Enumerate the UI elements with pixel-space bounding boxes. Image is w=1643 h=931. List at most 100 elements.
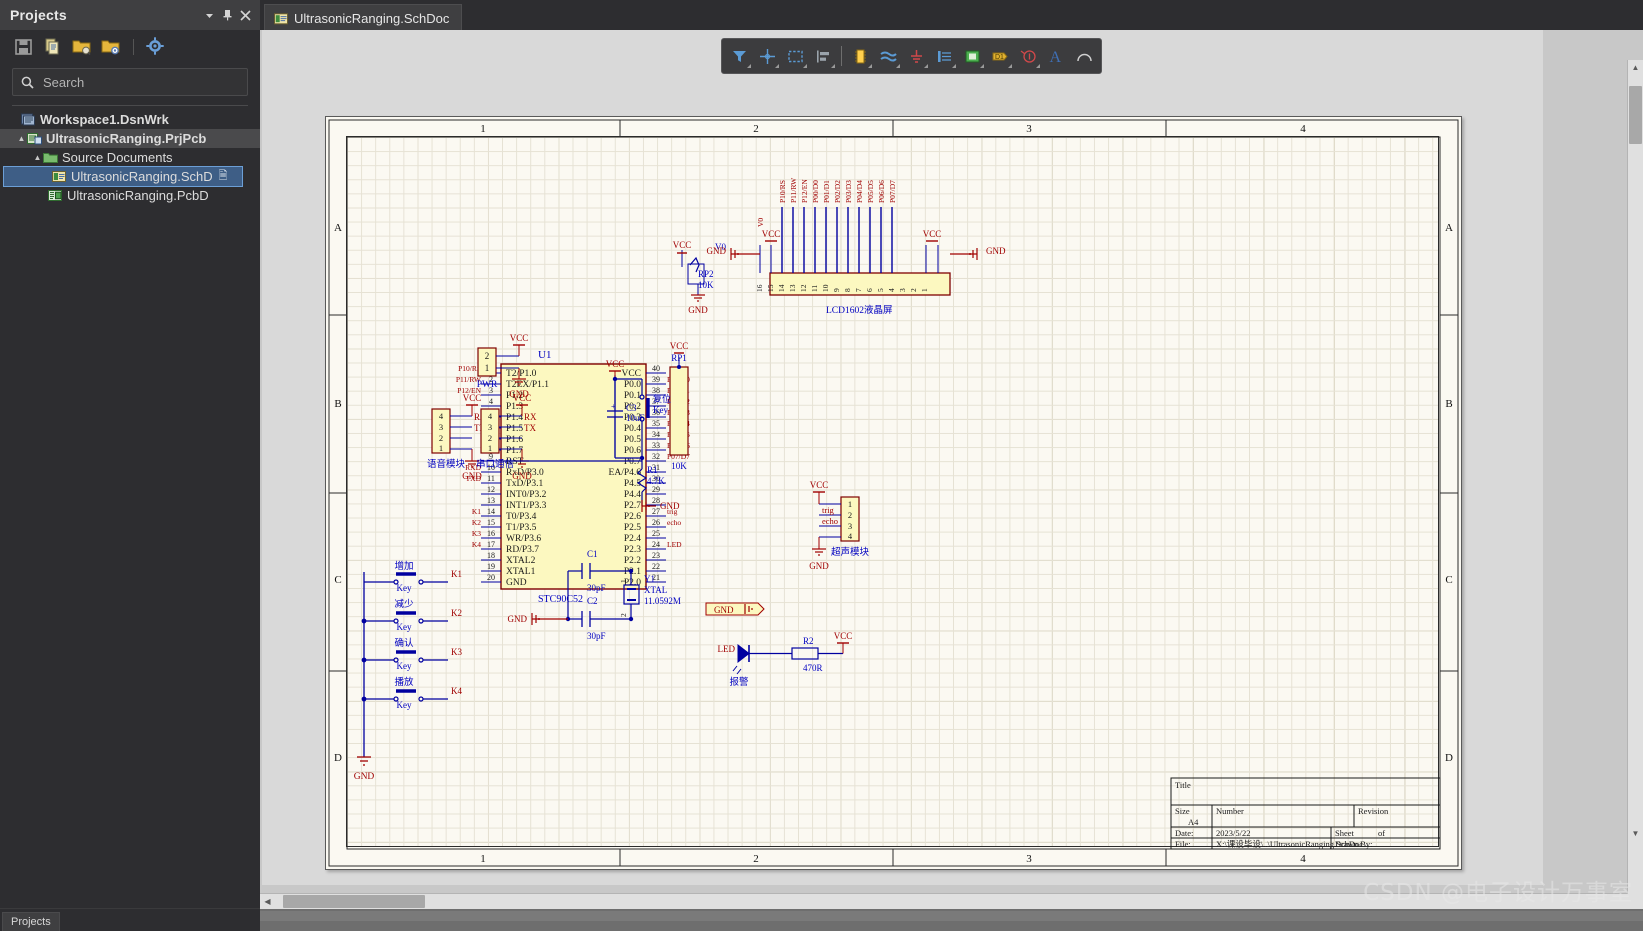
open-folder-icon[interactable] [101, 37, 121, 57]
copy-document-icon[interactable] [43, 37, 63, 57]
save-icon[interactable] [14, 37, 34, 57]
place-text-icon[interactable]: A [1043, 43, 1069, 69]
vertical-scrollbar[interactable]: ▲ ▼ [1627, 60, 1643, 931]
svg-text:P05/D5: P05/D5 [866, 180, 875, 203]
filter-icon[interactable] [726, 43, 752, 69]
place-arc-icon[interactable] [1071, 43, 1097, 69]
schematic-drawing: 1234 1234 ABCD ABCD U1 STC90C52 T2/P1.0T… [328, 119, 1459, 867]
tree-item-schdoc[interactable]: UltrasonicRanging.SchD 🗎 [3, 166, 243, 187]
panel-close-button[interactable] [236, 5, 254, 25]
svg-text:14: 14 [777, 284, 786, 292]
workspace-icon [21, 113, 36, 126]
toolbar-divider [841, 46, 842, 66]
scroll-down-arrow[interactable]: ▼ [1628, 826, 1643, 841]
folder-icon [43, 151, 58, 164]
tab-ultrasonicranging-schdoc[interactable]: UltrasonicRanging.SchDoc [264, 4, 463, 31]
tree-item-source-documents[interactable]: ▲ Source Documents [0, 148, 260, 167]
place-component-icon[interactable] [847, 43, 873, 69]
tree-item-pcbdoc[interactable]: UltrasonicRanging.PcbD [0, 186, 260, 205]
align-icon[interactable] [810, 43, 836, 69]
tree-item-label: UltrasonicRanging.PrjPcb [46, 131, 207, 146]
date-value: 2023/5/22 [1216, 828, 1250, 838]
place-sheet-symbol-icon[interactable] [959, 43, 985, 69]
svg-text:V0: V0 [756, 218, 765, 227]
svg-text:D1: D1 [995, 54, 1004, 61]
svg-text:1: 1 [485, 363, 490, 373]
scroll-up-arrow[interactable]: ▲ [1628, 60, 1643, 75]
svg-text:27: 27 [652, 507, 660, 516]
svg-text:P10/RS: P10/RS [778, 180, 787, 203]
search-icon [21, 76, 34, 89]
tree-expander-project[interactable]: ▲ [16, 134, 27, 143]
svg-text:24: 24 [652, 540, 660, 549]
schematic-canvas[interactable]: 1234 1234 ABCD ABCD U1 STC90C52 T2/P1.0 T… [262, 30, 1543, 885]
svg-text:25: 25 [652, 529, 660, 538]
svg-text:10K: 10K [698, 280, 714, 290]
svg-text:4: 4 [1300, 123, 1306, 135]
svg-text:P2.6: P2.6 [624, 512, 641, 522]
place-no-erc-icon[interactable] [1015, 43, 1041, 69]
svg-text:GND: GND [660, 501, 680, 511]
open-project-icon[interactable] [72, 37, 92, 57]
size-value: A4 [1188, 817, 1199, 827]
altium-designer-window: Projects Search Workspace1.DsnWrk ▲ Ultr… [0, 0, 1643, 931]
svg-text:40: 40 [652, 364, 660, 373]
scroll-left-arrow[interactable]: ◀ [260, 894, 275, 909]
svg-text:C: C [334, 574, 341, 586]
crosshair-place-icon[interactable] [754, 43, 780, 69]
svg-text:trig: trig [822, 505, 835, 515]
place-port-icon[interactable] [931, 43, 957, 69]
svg-text:P1.4: P1.4 [506, 413, 523, 423]
schematic-editor: 1234 1234 ABCD ABCD U1 STC90C52 T2/P1.0 T… [260, 30, 1643, 931]
tree-item-label: UltrasonicRanging.SchD [71, 169, 213, 184]
place-net-label-icon[interactable]: D1 [987, 43, 1013, 69]
svg-text:B: B [1445, 398, 1452, 410]
svg-text:播放: 播放 [394, 676, 414, 688]
sheet-of: of [1378, 828, 1385, 838]
title-label: Title [1175, 780, 1191, 790]
svg-text:K1: K1 [472, 507, 481, 516]
svg-text:P2.2: P2.2 [624, 556, 641, 566]
svg-text:Key: Key [397, 700, 412, 710]
vertical-scroll-thumb[interactable] [1629, 86, 1642, 144]
svg-text:LCD1602液晶屏: LCD1602液晶屏 [826, 304, 893, 316]
document-badge-icon: 🗎 [218, 170, 228, 182]
svg-text:VCC: VCC [923, 229, 942, 239]
svg-text:34: 34 [652, 430, 660, 439]
tree-expander-source[interactable]: ▲ [32, 153, 43, 162]
select-area-icon[interactable] [782, 43, 808, 69]
panel-footer-tab-projects[interactable]: Projects [2, 912, 60, 931]
place-wire-icon[interactable] [875, 43, 901, 69]
svg-text:P0.5: P0.5 [624, 435, 641, 445]
svg-text:1: 1 [480, 123, 486, 135]
svg-text:3: 3 [439, 422, 443, 432]
svg-text:K4: K4 [451, 686, 462, 696]
svg-text:串口通信: 串口通信 [476, 458, 514, 470]
schematic-sheet: 1234 1234 ABCD ABCD U1 STC90C52 T2/P1.0 T… [325, 116, 1462, 870]
svg-text:VCC: VCC [510, 333, 529, 343]
search-input[interactable] [41, 73, 239, 91]
panel-dropdown-button[interactable] [200, 5, 218, 25]
svg-text:K2: K2 [451, 608, 462, 618]
svg-text:VCC: VCC [670, 341, 689, 351]
settings-gear-icon[interactable] [146, 37, 166, 57]
svg-text:VCC: VCC [762, 229, 781, 239]
svg-text:12: 12 [799, 284, 808, 292]
svg-text:15: 15 [766, 284, 775, 292]
title-block: Title Size A4 Number Revision Date: 2023… [1170, 777, 1441, 850]
svg-text:P12/EN: P12/EN [800, 179, 809, 203]
search-box[interactable] [12, 68, 248, 96]
svg-text:VCC: VCC [513, 393, 532, 403]
horizontal-scroll-thumb[interactable] [283, 895, 425, 908]
tree-item-project[interactable]: ▲ UltrasonicRanging.PrjPcb [0, 129, 260, 148]
place-gnd-icon[interactable] [903, 43, 929, 69]
svg-text:13: 13 [788, 284, 797, 292]
svg-text:P0.1: P0.1 [624, 391, 641, 401]
svg-text:5: 5 [876, 288, 885, 292]
tree-item-workspace[interactable]: Workspace1.DsnWrk [0, 110, 260, 129]
panel-pin-button[interactable] [218, 5, 236, 25]
project-tree: Workspace1.DsnWrk ▲ UltrasonicRanging.Pr… [0, 110, 260, 205]
svg-text:33: 33 [652, 441, 660, 450]
svg-text:P01/D1: P01/D1 [822, 180, 831, 203]
svg-text:EA/P4.6: EA/P4.6 [609, 468, 642, 478]
